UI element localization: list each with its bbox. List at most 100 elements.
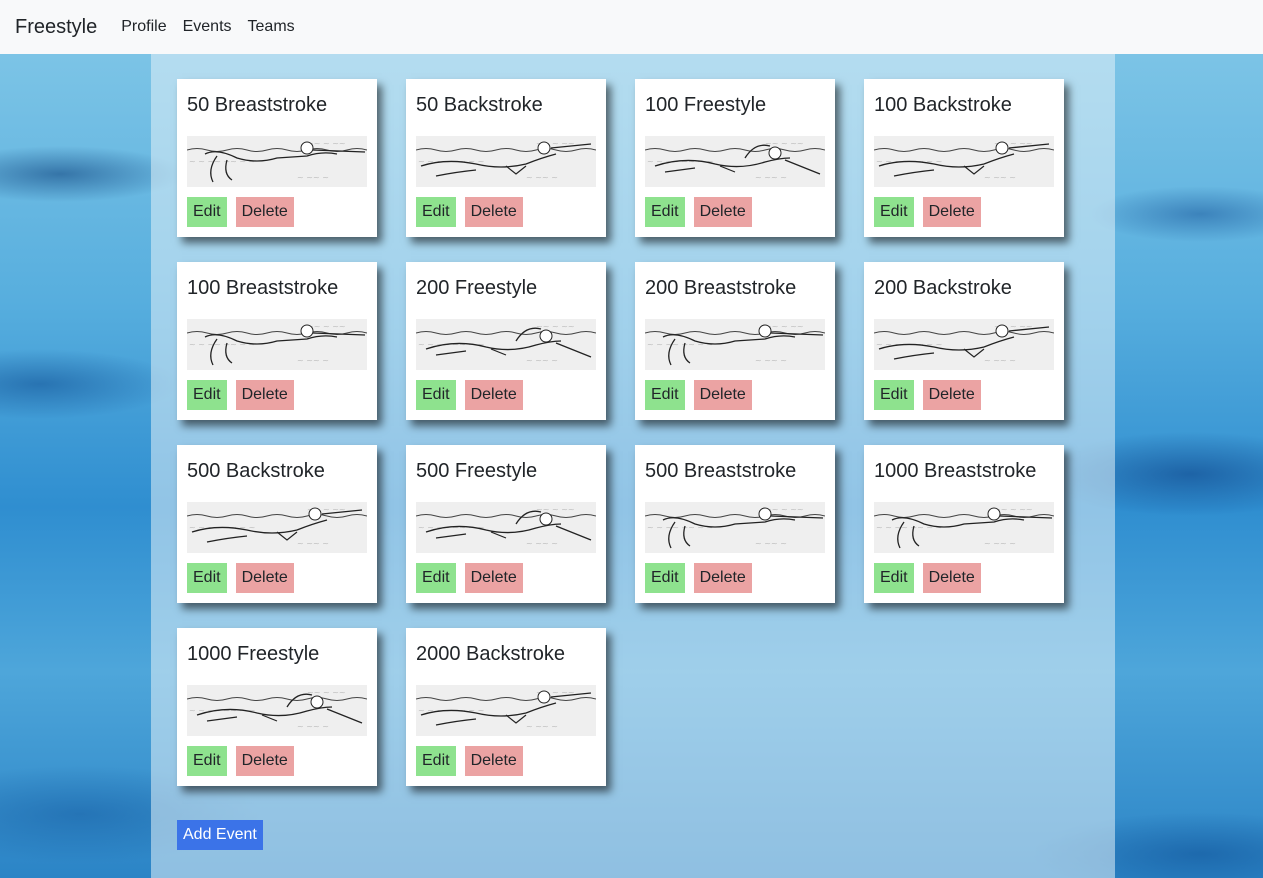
event-title: 1000 Freestyle [187,643,320,665]
delete-button[interactable]: Delete [693,197,752,227]
svg-text:~ ~~ ~: ~ ~~ ~ [297,356,329,365]
swimmer-illustration: ~ ~ ~~ ~~ ~ ~ ~~ ~ ~~ ~ ~~ ~ [416,319,596,370]
event-title: 500 Breaststroke [645,460,797,482]
top-navbar: Freestyle Profile Events Teams [0,0,1263,54]
event-title: 500 Freestyle [416,460,538,482]
edit-button[interactable]: Edit [187,746,227,776]
event-card: 200 Freestyle ~ ~ ~~ ~~ ~ ~ ~~ ~ ~~ ~ ~~ ~… [406,262,606,420]
event-title: 1000 Breaststroke [874,460,1037,482]
swimmer-illustration: ~ ~ ~~ ~~ ~ ~ ~~ ~ ~~ ~ ~~ ~ [187,502,367,553]
backstroke-swimmer-icon: ~ ~ ~~ ~~ ~ ~~~ ~ ~~~ ~~ ~ [874,139,1054,182]
card-actions: Edit Delete [416,563,523,593]
event-card: 100 Backstroke ~ ~ ~~ ~~ ~ ~ ~~ ~ ~~ ~ ~~ … [864,79,1064,237]
swimmer-illustration: ~ ~ ~~ ~~ ~ ~ ~~ ~ ~~ ~ ~~ ~ [645,319,825,370]
backstroke-swimmer-icon: ~ ~ ~~ ~~ ~ ~~~ ~ ~~~ ~~ ~ [187,505,367,548]
brand-logo[interactable]: Freestyle [15,16,97,39]
delete-button[interactable]: Delete [235,563,294,593]
nav-link-profile[interactable]: Profile [121,18,166,36]
svg-text:~ ~~ ~: ~ ~~ ~ [984,173,1016,182]
event-title: 200 Breaststroke [645,277,797,299]
svg-text:~ ~ ~~ ~~ ~ ~: ~ ~ ~~ ~~ ~ ~ [647,523,713,532]
swimmer-illustration: ~ ~ ~~ ~~ ~ ~ ~~ ~ ~~ ~ ~~ ~ [874,502,1054,553]
delete-button[interactable]: Delete [464,563,523,593]
edit-button[interactable]: Edit [874,197,914,227]
event-card: 200 Breaststroke ~ ~ ~~ ~~ ~ ~ ~~ ~ ~~ ~ ~… [635,262,835,420]
add-event-button[interactable]: Add Event [177,820,263,850]
delete-button[interactable]: Delete [464,746,523,776]
card-actions: Edit Delete [416,746,523,776]
swimmer-illustration: ~ ~ ~~ ~~ ~ ~ ~~ ~ ~~ ~ ~~ ~ [416,136,596,187]
swimmer-illustration: ~ ~ ~~ ~~ ~ ~ ~~ ~ ~~ ~ ~~ ~ [874,319,1054,370]
card-actions: Edit Delete [416,380,523,410]
card-actions: Edit Delete [187,197,294,227]
event-title: 200 Backstroke [874,277,1012,299]
edit-button[interactable]: Edit [645,380,685,410]
nav-link-events[interactable]: Events [183,18,232,36]
svg-text:~~ ~ ~~: ~~ ~ ~~ [536,505,575,514]
event-card: 500 Breaststroke ~ ~ ~~ ~~ ~ ~ ~~ ~ ~~ ~ ~… [635,445,835,603]
svg-text:~ ~ ~~ ~~ ~ ~: ~ ~ ~~ ~~ ~ ~ [189,340,255,349]
svg-text:~ ~~ ~: ~ ~~ ~ [984,539,1016,548]
breaststroke-swimmer-icon: ~ ~ ~~ ~~ ~ ~~~ ~ ~~~ ~~ ~ [187,139,367,183]
delete-button[interactable]: Delete [235,746,294,776]
edit-button[interactable]: Edit [416,746,456,776]
swimmer-illustration: ~ ~ ~~ ~~ ~ ~ ~~ ~ ~~ ~ ~~ ~ [874,136,1054,187]
swimmer-illustration: ~ ~ ~~ ~~ ~ ~ ~~ ~ ~~ ~ ~~ ~ [187,136,367,187]
events-container: 50 Breaststroke ~ ~ ~~ ~~ ~ ~ ~~ ~ ~~ ~ ~~… [151,54,1115,878]
event-card: 2000 Backstroke ~ ~ ~~ ~~ ~ ~ ~~ ~ ~~ ~ ~~… [406,628,606,786]
svg-text:~ ~~ ~: ~ ~~ ~ [526,356,558,365]
card-actions: Edit Delete [187,380,294,410]
svg-text:~ ~~ ~: ~ ~~ ~ [755,173,787,182]
swimmer-illustration: ~ ~ ~~ ~~ ~ ~ ~~ ~ ~~ ~ ~~ ~ [187,685,367,736]
svg-text:~~ ~ ~~: ~~ ~ ~~ [536,322,575,331]
delete-button[interactable]: Delete [235,197,294,227]
svg-text:~ ~~ ~: ~ ~~ ~ [297,539,329,548]
delete-button[interactable]: Delete [922,380,981,410]
card-actions: Edit Delete [187,563,294,593]
event-title: 100 Breaststroke [187,277,339,299]
swimmer-illustration: ~ ~ ~~ ~~ ~ ~ ~~ ~ ~~ ~ ~~ ~ [416,685,596,736]
svg-text:~ ~~ ~: ~ ~~ ~ [526,173,558,182]
edit-button[interactable]: Edit [416,563,456,593]
event-card: 50 Breaststroke ~ ~ ~~ ~~ ~ ~ ~~ ~ ~~ ~ ~~… [177,79,377,237]
backstroke-swimmer-icon: ~ ~ ~~ ~~ ~ ~~~ ~ ~~~ ~~ ~ [416,688,596,731]
edit-button[interactable]: Edit [874,563,914,593]
breaststroke-swimmer-icon: ~ ~ ~~ ~~ ~ ~~~ ~ ~~~ ~~ ~ [874,505,1054,549]
event-title: 2000 Backstroke [416,643,565,665]
backstroke-swimmer-icon: ~ ~ ~~ ~~ ~ ~~~ ~ ~~~ ~~ ~ [416,139,596,182]
card-actions: Edit Delete [187,746,294,776]
delete-button[interactable]: Delete [922,197,981,227]
edit-button[interactable]: Edit [645,563,685,593]
edit-button[interactable]: Edit [416,380,456,410]
svg-text:~ ~~ ~: ~ ~~ ~ [755,356,787,365]
nav-link-teams[interactable]: Teams [248,18,295,36]
event-card: 1000 Breaststroke ~ ~ ~~ ~~ ~ ~ ~~ ~ ~~ ~ … [864,445,1064,603]
delete-button[interactable]: Delete [693,380,752,410]
edit-button[interactable]: Edit [187,563,227,593]
svg-text:~~ ~ ~~: ~~ ~ ~~ [307,688,346,697]
event-title: 50 Breaststroke [187,94,328,116]
delete-button[interactable]: Delete [464,197,523,227]
svg-text:~ ~~ ~: ~ ~~ ~ [526,539,558,548]
svg-text:~ ~~ ~: ~ ~~ ~ [297,173,329,182]
svg-text:~ ~ ~~ ~~ ~ ~: ~ ~ ~~ ~~ ~ ~ [876,523,942,532]
freestyle-swimmer-icon: ~ ~ ~~ ~~ ~ ~~~ ~ ~~~ ~~ ~ [645,139,825,182]
svg-text:~ ~ ~~ ~~ ~ ~: ~ ~ ~~ ~~ ~ ~ [647,340,713,349]
event-card-grid: 50 Breaststroke ~ ~ ~~ ~~ ~ ~ ~~ ~ ~~ ~ ~~… [177,79,1064,786]
event-card: 50 Backstroke ~ ~ ~~ ~~ ~ ~ ~~ ~ ~~ ~ ~~ ~… [406,79,606,237]
svg-text:~ ~~ ~: ~ ~~ ~ [755,539,787,548]
edit-button[interactable]: Edit [645,197,685,227]
edit-button[interactable]: Edit [187,380,227,410]
edit-button[interactable]: Edit [874,380,914,410]
card-actions: Edit Delete [416,197,523,227]
event-card: 100 Freestyle ~ ~ ~~ ~~ ~ ~ ~~ ~ ~~ ~ ~~ ~… [635,79,835,237]
swimmer-illustration: ~ ~ ~~ ~~ ~ ~ ~~ ~ ~~ ~ ~~ ~ [645,502,825,553]
delete-button[interactable]: Delete [922,563,981,593]
edit-button[interactable]: Edit [416,197,456,227]
card-actions: Edit Delete [645,563,752,593]
breaststroke-swimmer-icon: ~ ~ ~~ ~~ ~ ~~~ ~ ~~~ ~~ ~ [645,322,825,366]
delete-button[interactable]: Delete [693,563,752,593]
edit-button[interactable]: Edit [187,197,227,227]
delete-button[interactable]: Delete [235,380,294,410]
delete-button[interactable]: Delete [464,380,523,410]
